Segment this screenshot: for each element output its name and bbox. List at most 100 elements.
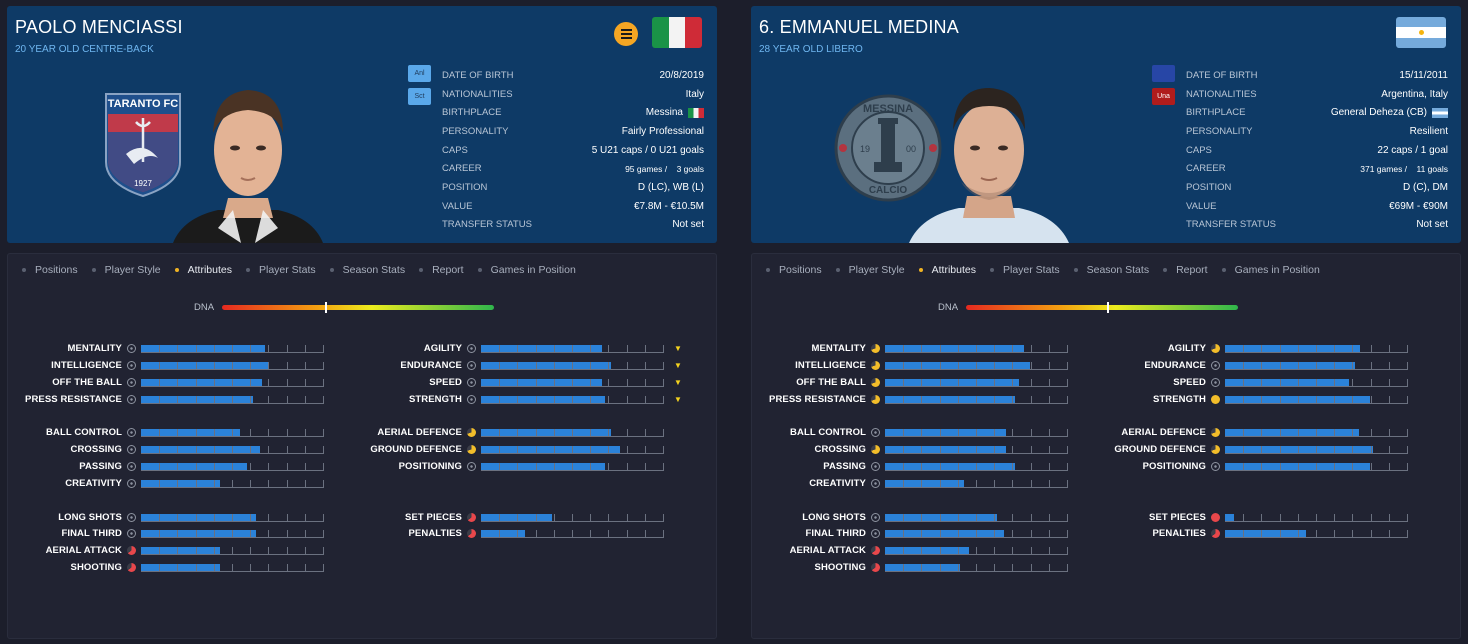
attribute-rating-icon[interactable] bbox=[467, 378, 476, 387]
attribute-rating-icon[interactable] bbox=[871, 563, 880, 572]
attribute-row[interactable]: SPEED ▼ bbox=[348, 374, 682, 391]
club-crest-taranto[interactable]: TARANTO FC 1927 bbox=[104, 92, 182, 198]
scout-badge[interactable]: Sct bbox=[408, 88, 431, 105]
attribute-row[interactable]: AGILITY ▼ bbox=[348, 340, 682, 357]
attribute-rating-icon[interactable] bbox=[467, 428, 476, 437]
attribute-row[interactable]: INTELLIGENCE bbox=[8, 357, 324, 374]
attribute-row[interactable]: OFF THE BALL bbox=[752, 374, 1068, 391]
attribute-rating-icon[interactable] bbox=[127, 344, 136, 353]
attribute-row[interactable]: SHOOTING bbox=[752, 559, 1068, 576]
attribute-row[interactable]: BALL CONTROL bbox=[752, 424, 1068, 441]
role-list-icon[interactable] bbox=[614, 22, 638, 46]
attribute-row[interactable]: STRENGTH ▼ bbox=[348, 391, 682, 408]
unavailable-badge[interactable]: Una bbox=[1152, 88, 1175, 105]
attribute-row[interactable]: AERIAL DEFENCE bbox=[1092, 424, 1408, 441]
attribute-rating-icon[interactable] bbox=[871, 378, 880, 387]
attribute-row[interactable]: AGILITY bbox=[1092, 340, 1408, 357]
attribute-rating-icon[interactable] bbox=[1211, 428, 1220, 437]
player-name[interactable]: 6. EMMANUEL MEDINA bbox=[759, 17, 959, 38]
attribute-rating-icon[interactable] bbox=[871, 395, 880, 404]
attribute-rating-icon[interactable] bbox=[467, 513, 476, 522]
attribute-rating-icon[interactable] bbox=[1211, 378, 1220, 387]
attribute-rating-icon[interactable] bbox=[1211, 529, 1220, 538]
attribute-row[interactable]: SET PIECES bbox=[348, 509, 664, 526]
attribute-rating-icon[interactable] bbox=[467, 361, 476, 370]
attribute-rating-icon[interactable] bbox=[871, 546, 880, 555]
attribute-rating-icon[interactable] bbox=[127, 479, 136, 488]
attribute-rating-icon[interactable] bbox=[127, 462, 136, 471]
tab-player-stats[interactable]: Player Stats bbox=[990, 264, 1060, 276]
tab-season-stats[interactable]: Season Stats bbox=[1073, 264, 1149, 276]
attribute-row[interactable]: POSITIONING bbox=[1092, 458, 1408, 475]
attribute-row[interactable]: PASSING bbox=[8, 458, 324, 475]
tab-report[interactable]: Report bbox=[419, 264, 464, 276]
info-value[interactable]: Italy bbox=[686, 89, 704, 100]
attribute-row[interactable]: CROSSING bbox=[752, 441, 1068, 458]
attribute-row[interactable]: OFF THE BALL bbox=[8, 374, 324, 391]
attribute-row[interactable]: FINAL THIRD bbox=[8, 525, 324, 542]
attribute-rating-icon[interactable] bbox=[467, 344, 476, 353]
attribute-rating-icon[interactable] bbox=[1211, 395, 1220, 404]
attribute-rating-icon[interactable] bbox=[1211, 344, 1220, 353]
attribute-rating-icon[interactable] bbox=[871, 513, 880, 522]
attribute-row[interactable]: BALL CONTROL bbox=[8, 424, 324, 441]
attribute-row[interactable]: GROUND DEFENCE bbox=[348, 441, 664, 458]
role-badge[interactable] bbox=[1152, 65, 1175, 82]
attribute-rating-icon[interactable] bbox=[127, 428, 136, 437]
tab-report[interactable]: Report bbox=[1163, 264, 1208, 276]
attribute-row[interactable]: ENDURANCE ▼ bbox=[348, 357, 682, 374]
attribute-rating-icon[interactable] bbox=[127, 563, 136, 572]
attribute-rating-icon[interactable] bbox=[871, 445, 880, 454]
info-value[interactable]: Argentina, Italy bbox=[1381, 89, 1448, 100]
attribute-rating-icon[interactable] bbox=[127, 529, 136, 538]
attribute-row[interactable]: PENALTIES bbox=[1092, 525, 1408, 542]
attribute-rating-icon[interactable] bbox=[1211, 513, 1220, 522]
attribute-row[interactable]: SET PIECES bbox=[1092, 509, 1408, 526]
tab-player-style[interactable]: Player Style bbox=[835, 264, 905, 276]
attribute-rating-icon[interactable] bbox=[127, 378, 136, 387]
info-value[interactable]: General Deheza (CB) bbox=[1331, 107, 1427, 118]
attribute-rating-icon[interactable] bbox=[467, 445, 476, 454]
attribute-rating-icon[interactable] bbox=[871, 344, 880, 353]
tab-season-stats[interactable]: Season Stats bbox=[329, 264, 405, 276]
attribute-row[interactable]: CROSSING bbox=[8, 441, 324, 458]
attribute-rating-icon[interactable] bbox=[871, 428, 880, 437]
attribute-row[interactable]: ENDURANCE bbox=[1092, 357, 1408, 374]
attribute-row[interactable]: INTELLIGENCE bbox=[752, 357, 1068, 374]
attribute-row[interactable]: FINAL THIRD bbox=[752, 525, 1068, 542]
attribute-rating-icon[interactable] bbox=[1211, 361, 1220, 370]
attribute-rating-icon[interactable] bbox=[871, 479, 880, 488]
info-value[interactable]: Messina bbox=[646, 107, 683, 118]
attribute-rating-icon[interactable] bbox=[467, 395, 476, 404]
attribute-rating-icon[interactable] bbox=[1211, 462, 1220, 471]
attribute-row[interactable]: PENALTIES bbox=[348, 525, 664, 542]
attribute-rating-icon[interactable] bbox=[871, 361, 880, 370]
attribute-rating-icon[interactable] bbox=[127, 361, 136, 370]
attribute-row[interactable]: SPEED bbox=[1092, 374, 1408, 391]
attribute-row[interactable]: PRESS RESISTANCE bbox=[752, 391, 1068, 408]
attribute-row[interactable]: AERIAL ATTACK bbox=[8, 542, 324, 559]
attribute-row[interactable]: MENTALITY bbox=[8, 340, 324, 357]
attribute-row[interactable]: POSITIONING bbox=[348, 458, 664, 475]
attribute-rating-icon[interactable] bbox=[127, 513, 136, 522]
tab-positions[interactable]: Positions bbox=[766, 264, 822, 276]
attribute-rating-icon[interactable] bbox=[871, 529, 880, 538]
tab-attributes[interactable]: Attributes bbox=[918, 264, 976, 276]
attribute-rating-icon[interactable] bbox=[467, 529, 476, 538]
attribute-row[interactable]: MENTALITY bbox=[752, 340, 1068, 357]
tab-positions[interactable]: Positions bbox=[22, 264, 78, 276]
player-name[interactable]: PAOLO MENCIASSI bbox=[15, 17, 183, 38]
attribute-row[interactable]: GROUND DEFENCE bbox=[1092, 441, 1408, 458]
attribute-row[interactable]: AERIAL ATTACK bbox=[752, 542, 1068, 559]
attribute-row[interactable]: LONG SHOTS bbox=[752, 509, 1068, 526]
attribute-row[interactable]: PASSING bbox=[752, 458, 1068, 475]
analyst-badge[interactable]: Anl bbox=[408, 65, 431, 82]
tab-player-stats[interactable]: Player Stats bbox=[246, 264, 316, 276]
attribute-row[interactable]: CREATIVITY bbox=[8, 475, 324, 492]
attribute-rating-icon[interactable] bbox=[467, 462, 476, 471]
attribute-row[interactable]: AERIAL DEFENCE bbox=[348, 424, 664, 441]
tab-attributes[interactable]: Attributes bbox=[174, 264, 232, 276]
tab-games-in-position[interactable]: Games in Position bbox=[1221, 264, 1320, 276]
attribute-row[interactable]: LONG SHOTS bbox=[8, 509, 324, 526]
attribute-row[interactable]: PRESS RESISTANCE bbox=[8, 391, 324, 408]
